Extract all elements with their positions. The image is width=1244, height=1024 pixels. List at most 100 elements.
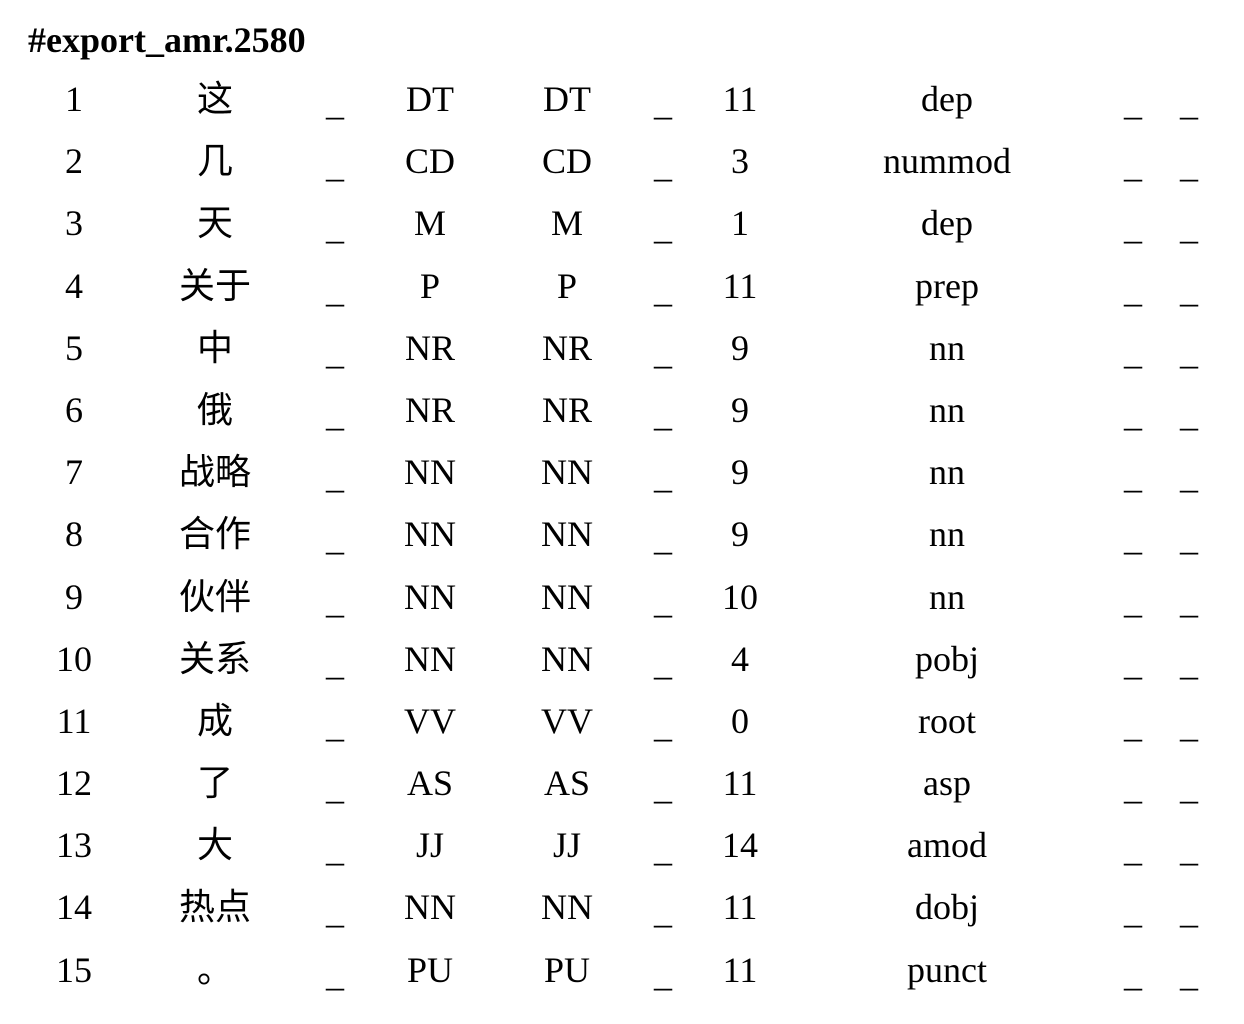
token-head: 11: [722, 763, 758, 804]
token-deps: _: [1124, 83, 1142, 123]
token-form: 热点: [178, 887, 251, 928]
token-upos: DT: [406, 79, 454, 119]
token-deps: _: [1124, 518, 1142, 559]
token-misc: _: [1180, 767, 1198, 808]
token-head: 11: [722, 79, 758, 119]
token-lemma: _: [326, 207, 344, 248]
token-upos: P: [419, 265, 441, 306]
token-misc: _: [1180, 829, 1198, 870]
token-deprel: punct: [907, 949, 987, 990]
token-misc: _: [1180, 456, 1198, 497]
token-upos: M: [413, 203, 446, 244]
token-upos: NN: [404, 638, 456, 679]
token-upos: AS: [406, 763, 454, 804]
token-upos: NR: [404, 389, 455, 430]
token-form: 这: [196, 79, 233, 119]
token-id: 6: [65, 389, 83, 430]
token-head: 11: [722, 949, 758, 990]
table-row: 1 这 _ DT DT _ 11 dep _ _: [0, 68, 1244, 130]
token-misc: _: [1180, 269, 1198, 310]
token-lemma: _: [326, 269, 344, 310]
table-row: 12 了 _ AS AS _ 11 asp _ _: [0, 752, 1244, 814]
token-id: 14: [56, 887, 92, 928]
token-upos: NR: [404, 327, 455, 368]
token-head: 11: [722, 887, 758, 928]
token-head: 1: [731, 203, 749, 244]
token-deps: _: [1124, 829, 1142, 870]
token-xpos: VV: [541, 700, 593, 741]
token-lemma: _: [326, 518, 344, 559]
token-form: 关于: [178, 265, 251, 306]
token-id: 11: [56, 700, 92, 741]
token-xpos: NN: [541, 887, 593, 928]
token-xpos: AS: [543, 763, 591, 804]
token-deprel: dobj: [914, 887, 979, 928]
token-upos: NN: [404, 514, 456, 555]
token-head: 14: [722, 825, 758, 866]
token-id: 3: [65, 203, 83, 244]
token-feats: _: [654, 269, 672, 310]
table-row: 7 战略 _ NN NN _ 9 nn _ _: [0, 441, 1244, 503]
token-upos: NN: [404, 887, 456, 928]
token-lemma: _: [326, 704, 344, 745]
token-feats: _: [654, 704, 672, 745]
table-row: 10 关系 _ NN NN _ 4 pobj _ _: [0, 628, 1244, 690]
token-head: 9: [731, 452, 749, 493]
token-misc: _: [1180, 518, 1198, 559]
token-deps: _: [1124, 331, 1142, 372]
token-deprel: nn: [929, 514, 965, 555]
conll-table: 1 这 _ DT DT _ 11 dep _ _ 2 几 _ CD CD _ 3 nummod _ _ 3 天 _ M M _ 1 d…: [0, 68, 1244, 1001]
token-id: 8: [65, 514, 83, 555]
token-xpos: NN: [541, 638, 593, 679]
table-row: 5 中 _ NR NR _ 9 nn _ _: [0, 317, 1244, 379]
token-lemma: _: [326, 642, 344, 683]
token-misc: _: [1180, 331, 1198, 372]
token-deprel: dep: [921, 79, 973, 119]
token-id: 9: [65, 576, 83, 617]
token-feats: _: [654, 891, 672, 932]
token-feats: _: [654, 642, 672, 683]
token-xpos: NR: [541, 327, 592, 368]
token-id: 10: [56, 638, 92, 679]
token-deprel: nn: [929, 389, 965, 430]
token-id: 15: [56, 949, 92, 990]
token-feats: _: [654, 207, 672, 248]
token-feats: _: [654, 767, 672, 808]
token-deprel: asp: [923, 763, 971, 804]
token-feats: _: [654, 829, 672, 870]
token-id: 13: [56, 825, 92, 866]
token-deprel: root: [918, 700, 976, 741]
token-xpos: P: [556, 265, 578, 306]
token-form: 。: [196, 949, 233, 990]
table-row: 2 几 _ CD CD _ 3 nummod _ _: [0, 130, 1244, 192]
table-row: 6 俄 _ NR NR _ 9 nn _ _: [0, 379, 1244, 441]
token-upos: PU: [406, 949, 454, 990]
token-deps: _: [1124, 207, 1142, 248]
token-misc: _: [1180, 642, 1198, 683]
token-xpos: NN: [541, 452, 593, 493]
token-deprel: nn: [929, 452, 965, 493]
token-misc: _: [1180, 580, 1198, 621]
token-feats: _: [654, 83, 672, 123]
token-feats: _: [654, 456, 672, 497]
token-xpos: JJ: [552, 825, 582, 866]
token-head: 3: [731, 141, 749, 182]
token-deprel: pobj: [914, 638, 979, 679]
token-lemma: _: [326, 393, 344, 434]
token-upos: JJ: [415, 825, 445, 866]
token-misc: _: [1180, 891, 1198, 932]
token-deprel: dep: [921, 203, 973, 244]
token-deps: _: [1124, 145, 1142, 186]
token-deprel: nummod: [882, 141, 1011, 182]
table-row: 13 大 _ JJ JJ _ 14 amod _ _: [0, 814, 1244, 876]
token-upos: CD: [404, 141, 455, 182]
token-id: 1: [65, 79, 83, 119]
token-xpos: CD: [541, 141, 592, 182]
token-lemma: _: [326, 83, 344, 123]
token-xpos: PU: [543, 949, 591, 990]
token-deps: _: [1124, 953, 1142, 994]
token-deprel: prep: [915, 265, 979, 306]
token-xpos: NN: [541, 514, 593, 555]
token-lemma: _: [326, 580, 344, 621]
token-form: 几: [196, 141, 233, 182]
